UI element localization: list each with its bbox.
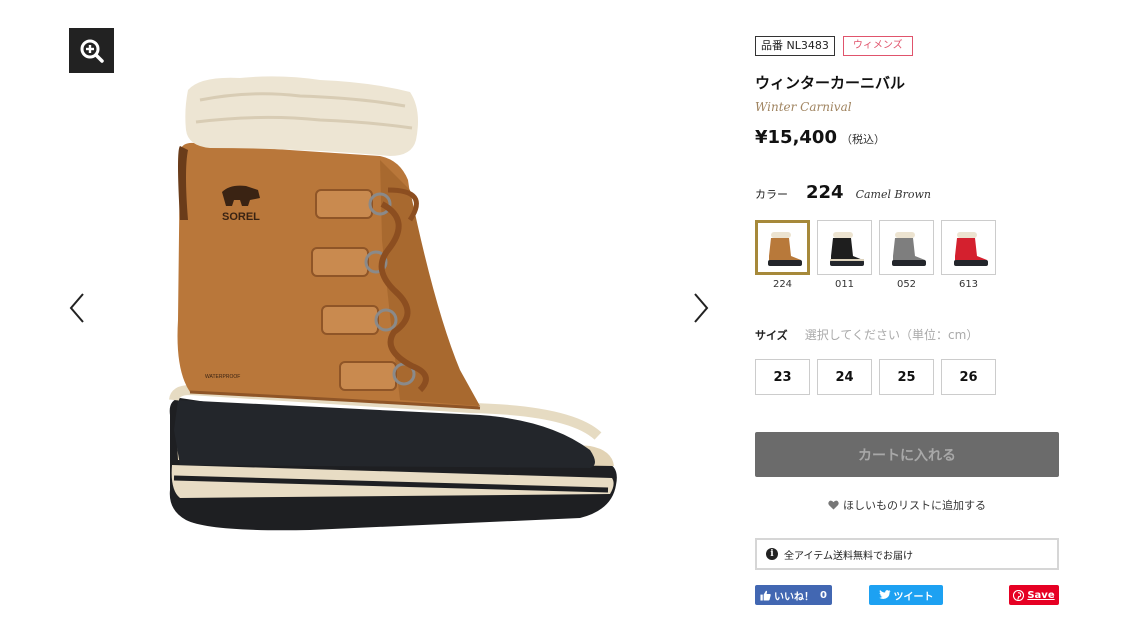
swatch-number: 011 [834,279,855,290]
swatch-thumbnail [879,220,934,275]
boot-thumbnail-icon [891,231,926,266]
pinterest-save-label: Save [1027,589,1055,601]
size-hint: 選択してください（単位：cm） [804,328,979,342]
size-option-24[interactable]: 24 [817,359,872,395]
product-title: ウィンターカーニバル [755,74,906,92]
boot-thumbnail-icon [829,231,864,266]
selected-color-code: 224 [806,182,844,203]
tax-note: （税込） [840,133,885,146]
size-label: サイズ [755,329,788,342]
wishlist-label: ほしいものリストに追加する [843,499,986,512]
chevron-right-icon [694,293,709,323]
size-options: 23 24 25 26 [755,359,996,395]
size-row: サイズ 選択してください（単位：cm） [755,324,978,343]
color-swatch-613[interactable]: 613 [941,220,996,290]
boot-thumbnail-icon [953,231,988,266]
color-row: カラー 224 Camel Brown [755,182,931,203]
color-swatch-224[interactable]: 224 [755,220,810,290]
gallery-next-button[interactable] [686,288,716,328]
pinterest-icon [1013,589,1025,601]
color-label: カラー [755,188,788,201]
chevron-left-icon [69,293,84,323]
color-swatch-052[interactable]: 052 [879,220,934,290]
facebook-like-label: いいね！ [774,591,814,603]
swatch-thumbnail [941,220,996,275]
heart-icon [828,500,839,510]
social-share-row: いいね！ 0 ツイート Save [755,585,1059,605]
selected-color-name: Camel Brown [855,188,931,201]
tweet-button[interactable]: ツイート [869,585,943,605]
zoom-in-icon [80,39,104,63]
shipping-text: 全アイテム送料無料でお届け [784,550,913,562]
size-option-23[interactable]: 23 [755,359,810,395]
size-option-26[interactable]: 26 [941,359,996,395]
price: ¥15,400 [755,127,837,148]
tweet-label: ツイート [893,591,934,603]
color-swatches: 224 011 052 613 [755,220,996,290]
gallery-prev-button[interactable] [62,288,92,328]
facebook-like-button[interactable]: いいね！ 0 [755,585,832,605]
color-swatch-011[interactable]: 011 [817,220,872,290]
pinterest-save-button[interactable]: Save [1009,585,1059,605]
swatch-number: 613 [958,279,979,290]
product-code-badge: 品番 NL3483 [755,36,835,56]
badge-row: 品番 NL3483 ウィメンズ [755,36,913,56]
info-icon: i [766,548,778,560]
zoom-button[interactable] [69,28,114,73]
waterproof-mark: WATERPROOF [205,374,240,380]
add-to-wishlist-link[interactable]: ほしいものリストに追加する [755,497,1059,513]
boot-thumbnail-icon [767,231,802,266]
swatch-number: 224 [772,279,793,290]
swatch-number: 052 [896,279,917,290]
size-option-25[interactable]: 25 [879,359,934,395]
price-row: ¥15,400 （税込） [755,127,885,148]
thumbs-up-icon [760,590,771,601]
category-badge[interactable]: ウィメンズ [842,36,913,56]
product-image: SOREL WATERPROOF [169,76,617,531]
add-to-cart-button[interactable]: カートに入れる [755,432,1059,477]
swatch-thumbnail [817,220,872,275]
brand-mark: SOREL [222,211,260,223]
shipping-notice: i 全アイテム送料無料でお届け [755,538,1059,570]
product-subtitle: Winter Carnival [755,100,852,114]
facebook-like-count: 0 [820,589,827,601]
twitter-bird-icon [878,590,890,600]
swatch-thumbnail [755,220,810,275]
